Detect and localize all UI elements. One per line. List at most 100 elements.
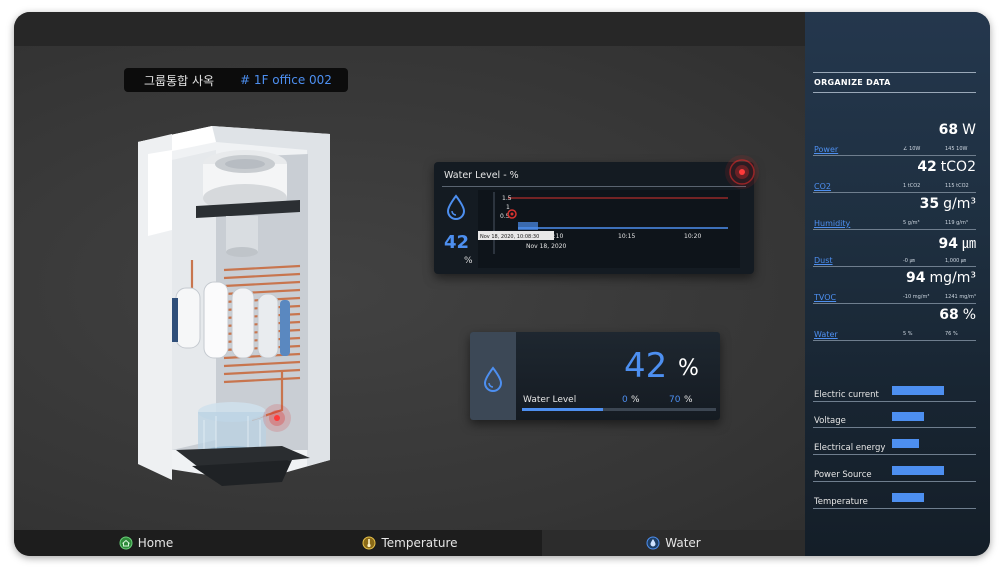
bar-fill [892, 466, 944, 475]
water-drop-icon [446, 194, 466, 220]
nav-tab-temperature[interactable]: Temperature [278, 530, 542, 556]
metric-range-low: ∠ 10W [903, 146, 921, 152]
office-label[interactable]: # 1F office 002 [240, 73, 332, 87]
x-tick-label: 10:20 [684, 233, 701, 240]
metric-divider [813, 303, 976, 304]
bar-temperature: Temperature [805, 491, 990, 513]
bar-divider [813, 481, 976, 482]
water-drop-icon [646, 536, 660, 550]
metric-value: 68% [939, 307, 976, 323]
metric-range-low: 5 % [903, 331, 913, 337]
water-level-line-chart[interactable]: 1.5 1 0.5 Nov 18, 2020, 10:08:30 10:10 1… [478, 190, 740, 268]
bar-fill [892, 386, 944, 395]
metric-divider [813, 340, 976, 341]
metric-range-high: 76 % [945, 331, 958, 337]
organize-data-sidebar: ORGANIZE DATA 68 W Power ∠ 10W 145 10W 42… [805, 12, 990, 556]
metric-power: 68 W Power ∠ 10W 145 10W [805, 122, 990, 158]
sidebar-divider [813, 72, 976, 73]
metric-divider [813, 229, 976, 230]
metric-value: 68 W [938, 122, 976, 138]
metric-range-high: 145 10W [945, 146, 968, 152]
water-level-unit: % [678, 356, 699, 381]
home-icon [119, 536, 133, 550]
chart-tooltip-text: Nov 18, 2020, 10:08:30 [480, 234, 539, 240]
metric-value: 42 tCO2 [917, 159, 976, 175]
metric-range-high: 115 tCO2 [945, 183, 969, 189]
metric-value: 94 mg/m³ [906, 270, 976, 286]
series-highlight [518, 222, 538, 230]
x-date-label: Nov 18, 2020 [526, 243, 567, 250]
water-level-progress-fill [522, 408, 603, 411]
nav-tab-water[interactable]: Water [542, 530, 805, 556]
building-label: 그룹통합 사옥 [144, 73, 215, 88]
metric-dust: 94 ㎛ Dust -0 ㎛ 1,000 ㎛ [805, 233, 990, 269]
bar-label: Electrical energy [814, 443, 886, 453]
metric-range-low: -0 ㎛ [903, 258, 915, 264]
metric-link-humidity[interactable]: Humidity [814, 219, 850, 228]
metric-co2: 42 tCO2 CO2 1 tCO2 115 tCO2 [805, 159, 990, 195]
metric-range-low: 1 tCO2 [903, 183, 921, 189]
bar-electric-current: Electric current [805, 384, 990, 406]
bar-voltage: Voltage [805, 410, 990, 432]
bar-fill [892, 439, 919, 448]
water-level-max: 70 [669, 395, 681, 405]
chart-current-value: 42 [444, 232, 470, 253]
bar-divider [813, 427, 976, 428]
metric-link-tvoc[interactable]: TVOC [814, 293, 836, 302]
metric-value: 35 g/m³ [919, 196, 976, 212]
y-tick-label: 1 [506, 204, 510, 211]
bottom-nav: Home Temperature Water [14, 530, 805, 556]
bar-fill [892, 412, 924, 421]
bar-divider [813, 454, 976, 455]
water-purifier-illustration [138, 126, 330, 486]
metric-water: 68% Water 5 % 76 % [805, 307, 990, 343]
metric-divider [813, 192, 976, 193]
x-tick-label: 10:10 [546, 233, 563, 240]
metric-range-low: 5 g/m³ [903, 220, 920, 226]
water-level-value: 42 [624, 346, 668, 386]
metric-link-dust[interactable]: Dust [814, 256, 833, 265]
water-level-min-unit: % [631, 395, 640, 405]
app-window: 그룹통합 사옥 # 1F office 002 Water Level - % … [14, 12, 990, 556]
metric-range-high: 1,000 ㎛ [945, 258, 966, 264]
water-level-label: Water Level [523, 395, 577, 405]
metric-link-power[interactable]: Power [814, 145, 838, 154]
top-bar [14, 12, 805, 46]
water-level-chart-panel: Water Level - % 42 % 1.5 1 0.5 Nov 18, 2… [434, 162, 754, 274]
bar-divider [813, 508, 976, 509]
metric-tvoc: 94 mg/m³ TVOC -10 mg/m³ 1241 mg/m³ [805, 270, 990, 306]
nav-label-temperature: Temperature [381, 536, 458, 550]
metric-range-high: 119 g/m³ [945, 220, 968, 226]
sidebar-heading: ORGANIZE DATA [814, 78, 891, 87]
bar-label: Power Source [814, 470, 872, 480]
water-level-max-unit: % [684, 395, 693, 405]
chart-current-unit: % [464, 256, 473, 266]
alarm-indicator-icon[interactable] [724, 154, 760, 190]
bar-label: Temperature [814, 497, 868, 507]
bar-fill [892, 493, 924, 502]
metric-divider [813, 155, 976, 156]
sidebar-divider [813, 92, 976, 93]
y-tick-label: 1.5 [502, 195, 512, 202]
bar-electrical-energy: Electrical energy [805, 437, 990, 459]
nav-tab-home[interactable]: Home [14, 530, 278, 556]
nav-label-water: Water [665, 536, 701, 550]
bar-label: Electric current [814, 390, 879, 400]
metric-range-high: 1241 mg/m³ [945, 294, 976, 300]
chart-panel-divider [442, 186, 746, 187]
metric-humidity: 35 g/m³ Humidity 5 g/m³ 119 g/m³ [805, 196, 990, 232]
water-level-card[interactable]: 42 % Water Level 0 % 70 % [470, 332, 720, 420]
bar-label: Voltage [814, 416, 846, 426]
metric-link-co2[interactable]: CO2 [814, 182, 831, 191]
bar-divider [813, 401, 976, 402]
location-title: 그룹통합 사옥 # 1F office 002 [124, 68, 348, 92]
metric-link-water[interactable]: Water [814, 330, 838, 339]
x-tick-label: 10:15 [618, 233, 635, 240]
card-icon-box [470, 332, 516, 420]
metric-value: 94 ㎛ [938, 236, 976, 252]
chart-panel-title: Water Level - % [444, 170, 519, 181]
metric-range-low: -10 mg/m³ [903, 294, 930, 300]
thermometer-icon [362, 536, 376, 550]
bar-power-source: Power Source [805, 464, 990, 486]
water-level-min: 0 [622, 395, 628, 405]
